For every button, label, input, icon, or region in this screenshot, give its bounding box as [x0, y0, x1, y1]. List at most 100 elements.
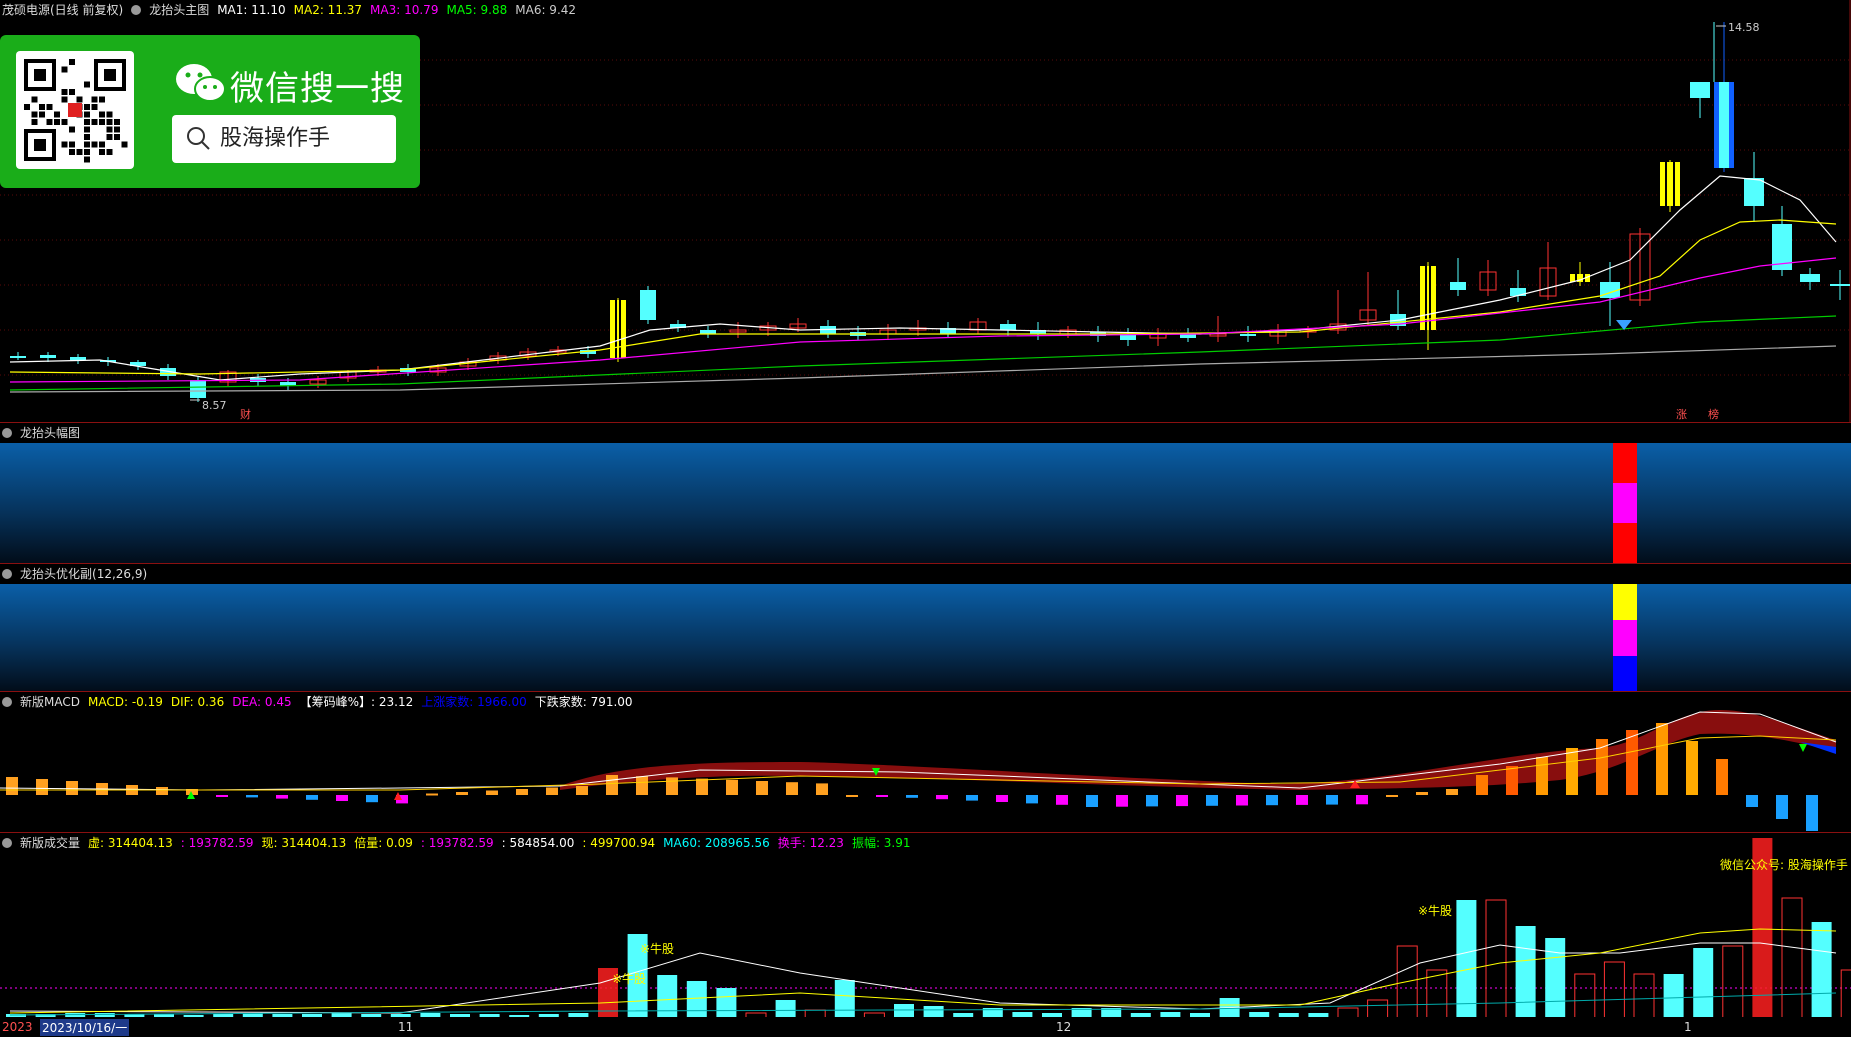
candle-body-core [617, 300, 619, 358]
qr-module [69, 59, 75, 65]
macd-bar [996, 795, 1008, 802]
qr-module [76, 96, 83, 103]
qr-module [69, 126, 75, 133]
qr-module [69, 89, 75, 95]
candle-body [640, 290, 656, 320]
macd-bar [1446, 789, 1458, 795]
axis-month-12: 12 [1056, 1020, 1072, 1034]
wechat-search-badge[interactable]: 微信搜一搜 股海操作手 [0, 35, 420, 188]
macd-bar [546, 787, 558, 795]
panel2-signal-magenta [1613, 483, 1637, 523]
macd-bar [1506, 766, 1518, 795]
macd-bar [1056, 795, 1068, 805]
volume-bar [1515, 926, 1536, 1018]
volume-panel[interactable]: 新版成交量 虚: 314404.13 : 193782.59 现: 314404… [0, 832, 1851, 1018]
volume-bar [686, 981, 707, 1018]
macd-bar [1266, 795, 1278, 806]
candle-body [190, 380, 206, 398]
volume-bar [657, 975, 678, 1018]
event-marker-zhang[interactable]: 涨 [1676, 408, 1687, 421]
qr-module [61, 96, 68, 103]
candle-body [1240, 334, 1256, 336]
qr-module [99, 119, 105, 125]
macd-bar [246, 795, 258, 798]
qr-module [61, 89, 68, 95]
wechat-official-note: 微信公众号: 股海操作手 [1720, 857, 1848, 872]
event-marker-bang[interactable]: 榜 [1708, 407, 1719, 421]
event-marker-cai[interactable]: 财 [240, 407, 251, 421]
candle-body [1800, 274, 1820, 282]
panel2-signal-svg [1613, 443, 1637, 564]
macd-bar [1626, 730, 1638, 795]
macd-bar [486, 790, 498, 795]
volume-bar [1781, 897, 1803, 1018]
qr-module [24, 104, 30, 110]
bull-stock-label-3: ※牛股 [1418, 903, 1452, 918]
axis-start-date[interactable]: 2023/10/16/一 [40, 1019, 130, 1036]
macd-bar [846, 795, 858, 797]
macd-bar [1686, 741, 1698, 795]
axis-month-11: 11 [398, 1020, 414, 1034]
macd-bar [156, 787, 168, 795]
qr-module [106, 119, 113, 125]
volume-bar [1722, 945, 1744, 1018]
date-axis: 2023 2023/10/16/一 11 12 1 [0, 1017, 1851, 1037]
macd-bar [1326, 795, 1338, 805]
qr-module [84, 141, 90, 148]
macd-bar [36, 779, 48, 795]
wechat-search-box[interactable]: 股海操作手 [172, 115, 396, 163]
macd-bar [1356, 795, 1368, 805]
qr-module [106, 111, 113, 118]
macd-bar [606, 775, 618, 795]
axis-month-1: 1 [1684, 1020, 1692, 1034]
qr-module [99, 149, 105, 155]
macd-bar [216, 795, 228, 797]
volume-bar [716, 988, 737, 1018]
high-price-label: 14.58 [1728, 21, 1760, 34]
qr-module [114, 126, 120, 133]
macd-bar [276, 795, 288, 799]
wechat-search-text: 股海操作手 [220, 126, 331, 151]
qr-module [31, 111, 38, 118]
candle-body [1000, 324, 1016, 330]
volume-bar [1811, 922, 1832, 1018]
macd-bar [1776, 795, 1788, 819]
qr-module [61, 66, 68, 73]
qr-module [84, 156, 90, 163]
macd-bar [456, 792, 468, 795]
qr-module [54, 119, 60, 125]
qr-module [121, 141, 128, 148]
volume-bar [1633, 973, 1655, 1018]
macd-svg [0, 710, 1837, 831]
candle-body-inner [1719, 82, 1729, 168]
macd-bar [816, 783, 828, 795]
bull-stock-label-1: ※牛股 [612, 971, 646, 986]
sub-chart-panel-1[interactable]: 龙抬头幅图 [0, 422, 1851, 564]
sub-chart-panel-2[interactable]: 龙抬头优化副 (12,26,9) [0, 563, 1851, 692]
qr-code [16, 51, 134, 169]
volume-svg: 微信公众号: 股海操作手 ※牛股 ※牛股 ※牛股 [0, 838, 1851, 1018]
qr-module [39, 104, 45, 110]
volume-bar [834, 980, 855, 1018]
macd-bar [1806, 795, 1818, 831]
qr-module [84, 81, 90, 88]
qr-module [76, 149, 83, 155]
qr-module [39, 111, 45, 118]
macd-bar [1026, 795, 1038, 804]
macd-bar [936, 795, 948, 800]
macd-bar [726, 779, 738, 795]
volume-bar [1545, 938, 1566, 1018]
macd-panel[interactable]: 新版MACD MACD: -0.19 DIF: 0.36 DEA: 0.45 【… [0, 691, 1851, 833]
candle-body [1510, 288, 1526, 296]
macd-bar [1296, 795, 1308, 805]
qr-module [84, 134, 90, 140]
candle-body [10, 356, 26, 358]
panel3-signal-magenta [1613, 620, 1637, 656]
wechat-logo-icon [176, 64, 226, 102]
macd-bar [1236, 795, 1248, 806]
panel3-signal-blue [1613, 656, 1637, 692]
main-chart-panel[interactable]: 茂硕电源(日线 前复权) 龙抬头主图 MA1: 11.10 MA2: 11.37… [0, 0, 1851, 422]
macd-green-arrow-3 [1799, 744, 1807, 752]
volume-bar [1574, 973, 1596, 1018]
qr-module [61, 141, 68, 148]
